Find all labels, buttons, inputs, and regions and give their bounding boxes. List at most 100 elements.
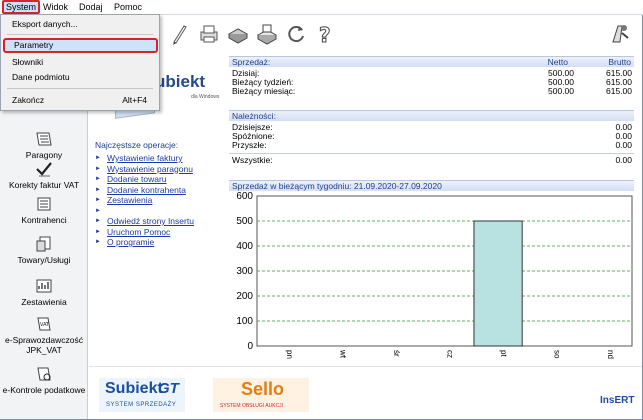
svg-text:VAT: VAT [40,322,50,328]
chart-x-tick-label: nd [606,350,615,359]
subiekt-gt-sub: SYSTEM SPRZEDAŻY [106,402,177,408]
menu-item-label: Parametry [14,40,54,50]
sello-banner[interactable]: Sello SYSTEM OBSŁUGI AUKCJI [213,378,309,412]
exit-icon[interactable] [608,22,632,46]
nav-item-zestawienia[interactable]: Zestawienia [0,277,88,307]
chart-x-tick-label: pt [499,350,508,357]
nav-item-e-sprawozdawczosc[interactable]: VAT e-Sprawozdawczość JPK_VAT [0,315,88,355]
nav-label: Paragony [25,150,63,160]
menu-bar: System Widok Dodaj Pomoc [0,0,643,15]
menu-item-label: Słowniki [12,57,44,67]
nav-label: Korekty faktur VAT [8,180,80,190]
menu-item-shortcut: Alt+F4 [122,95,147,105]
sales-row-gross: 615.00 [606,86,632,96]
receivables-total-label: Wszystkie: [232,155,273,165]
print-icon[interactable] [197,22,221,46]
chart-y-tick-label: 0 [247,341,253,352]
chart-y-tick-label: 400 [236,241,253,252]
contractors-icon [37,197,51,211]
menu-separator [7,88,153,89]
help-icon[interactable]: ? [313,22,337,47]
chart-x-tick-label: cz [446,350,455,358]
op-link-zestawienia[interactable]: Zestawienia [95,195,194,206]
fax-icon[interactable] [255,22,279,46]
op-link-uruchom-pomoc[interactable]: Uruchom Pomoc [95,227,194,238]
chart-x-tick-label: so [553,350,562,359]
chart-y-tick-label: 500 [236,216,253,227]
menu-dodaj[interactable]: Dodaj [79,2,103,12]
divider [229,153,634,154]
subiekt-gt-banner[interactable]: Subiekt GT SYSTEM SPRZEDAŻY [99,378,185,412]
sales-row-label: Bieżący miesiąc: [232,86,296,96]
nav-item-towary[interactable]: Towary/Usługi [0,235,88,265]
chart-x-tick-label: śr [392,350,401,357]
chart-y-tick-label: 300 [236,266,253,277]
receivables-total-value: 0.00 [615,155,632,165]
menu-pomoc[interactable]: Pomoc [114,2,142,12]
op-link-dodanie-kontrahenta[interactable]: Dodanie kontrahenta [95,185,194,196]
receipt-icon [36,132,52,146]
op-link-wystawienie-faktury[interactable]: Wystawienie faktury [95,153,194,164]
footer-divider [89,366,642,367]
op-link-odwiedz-strony[interactable]: Odwiedź strony Insertu [95,216,194,227]
nav-label-2: JPK_VAT [26,345,62,355]
reports-icon [36,279,52,293]
nav-label: Towary/Usługi [17,255,71,265]
menu-widok[interactable]: Widok [43,2,68,12]
operations-title: Najczęstsze operacje: [95,140,179,150]
ops-spacer [95,206,194,217]
menu-item-eksport[interactable]: Eksport danych... [1,17,159,32]
insert-logo: InsERT [600,395,635,406]
pen-icon[interactable] [168,22,192,46]
sales-col-net: Netto [547,57,568,67]
sello-sub: SYSTEM OBSŁUGI AUKCJI [220,403,284,409]
logo-text: ubiekt [155,72,206,91]
menu-item-label: Dane podmiotu [12,72,70,82]
chart-y-tick-label: 100 [236,316,253,327]
nav-label: e-Kontrole podatkowe [2,385,86,395]
operations-list: Wystawienie faktury Wystawienie paragonu… [95,153,194,248]
subiekt-gt-mark: GT [158,380,179,397]
menu-separator [7,34,153,35]
op-link-dodanie-towaru[interactable]: Dodanie towaru [95,174,194,185]
menu-item-zakoncz[interactable]: Zakończ Alt+F4 [1,93,159,108]
nav-item-paragony[interactable]: Paragony [0,130,88,160]
products-icon [36,236,51,252]
svg-text:?: ? [319,23,331,46]
menu-system[interactable]: System [2,0,41,14]
printer-fiscal-icon[interactable] [226,22,250,46]
chart-x-tick-label: pn [285,350,294,359]
refresh-icon[interactable] [284,22,308,46]
sales-row-net: 500.00 [548,86,574,96]
chart-y-tick-label: 200 [236,291,253,302]
logo-subtitle: dla Windows [191,94,220,100]
system-menu-dropdown: Eksport danych... Parametry Słowniki Dan… [0,14,160,111]
sello-title: Sello [241,379,285,399]
receivables-header: Należności: [229,110,634,121]
receivables-row-value: 0.00 [615,140,632,150]
op-link-o-programie[interactable]: O programie [95,237,194,248]
tax-control-icon [37,367,51,381]
menu-item-parametry[interactable]: Parametry [3,38,158,53]
chart-y-tick-label: 600 [236,191,253,202]
menu-item-label: Zakończ [12,95,45,105]
sales-header: Sprzedaż: Netto Brutto [229,56,634,67]
op-link-wystawienie-paragonu[interactable]: Wystawienie paragonu [95,164,194,175]
nav-label: Kontrahenci [21,215,67,225]
menu-item-slowniki[interactable]: Słowniki [1,55,159,70]
toolbar: ? [160,15,643,53]
menu-item-label: Eksport danych... [12,19,78,29]
sales-title: Sprzedaż: [232,57,271,67]
receivables-title: Należności: [232,111,276,121]
nav-item-korekty[interactable]: Korekty faktur VAT [0,160,88,190]
menu-item-dane-podmiotu[interactable]: Dane podmiotu [1,70,159,85]
chart-bar [473,220,523,347]
sales-chart: 0 100 200 300 400 500 600 pn wt śr cz pt so nd [236,191,633,359]
nav-item-kontrahenci[interactable]: Kontrahenci [0,195,88,225]
chart-x-tick-label: wt [338,349,347,359]
jpk-vat-icon: VAT [37,317,51,331]
subiekt-gt-title: Subiekt [105,380,163,397]
nav-label: e-Sprawozdawczość [5,335,83,345]
nav-item-e-kontrole[interactable]: e-Kontrole podatkowe [0,365,88,395]
nav-label: Zestawienia [21,297,67,307]
